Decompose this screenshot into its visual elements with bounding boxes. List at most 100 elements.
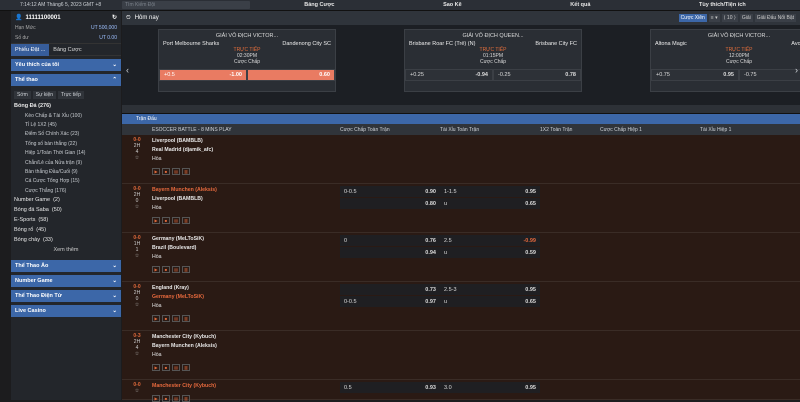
star-icon[interactable]: ☆ xyxy=(122,204,152,210)
odds-button[interactable]: 0.5 0.93 xyxy=(340,382,440,393)
live-match-card[interactable]: GIẢI VÔ ĐỊCH VICTOR... Altona Magic Avonda… xyxy=(650,29,800,92)
stats-icon[interactable]: ▤ xyxy=(172,395,180,402)
stats-icon[interactable]: ▤ xyxy=(172,266,180,273)
video-icon[interactable]: ■ xyxy=(162,364,170,371)
video-icon[interactable]: ■ xyxy=(162,266,170,273)
odds-button[interactable]: 0.94 xyxy=(340,247,440,258)
tab-betslip[interactable]: Phiếu Đặt ... xyxy=(11,43,50,56)
ou-cell: 2.5 -0.99 u 0.59 xyxy=(440,233,540,281)
refresh-icon[interactable]: ↻ xyxy=(112,14,117,21)
stats-icon[interactable]: ▤ xyxy=(172,315,180,322)
featured-league-toggle[interactable]: Giải Đấu Nổi Bật xyxy=(754,14,796,22)
nav-results[interactable]: Kết quả xyxy=(570,2,590,8)
odds-button[interactable]: 3.0 0.95 xyxy=(440,382,540,393)
esports-section[interactable]: Thể Thao Điện Tử ⌄ xyxy=(11,290,121,303)
favorites-section[interactable]: Yêu thích của tôi ⌄ xyxy=(11,59,121,71)
chart-icon[interactable]: ▥ xyxy=(182,395,190,402)
video-icon[interactable]: ■ xyxy=(162,315,170,322)
sport-list-item[interactable]: Bóng Đá (276) xyxy=(11,101,121,111)
odds-home[interactable]: +0.25 -0.94 xyxy=(405,69,493,81)
sport-list-item[interactable]: Kèo Chấp & Tài Xỉu (100) xyxy=(11,111,121,120)
parlay-button[interactable]: Cược Xiên xyxy=(678,14,707,22)
odds-button[interactable]: 1-1.5 0.95 xyxy=(440,186,540,197)
subtab-early[interactable]: Sớm xyxy=(14,91,31,99)
subtab-live[interactable]: Trực tiếp xyxy=(58,91,84,99)
chevron-down-icon: ⌄ xyxy=(112,62,117,68)
star-icon[interactable]: ☆ xyxy=(122,388,152,394)
play-icon[interactable]: ▶ xyxy=(152,315,160,322)
show-more[interactable]: Xem thêm xyxy=(11,245,121,257)
subtab-events[interactable]: Sự kiện xyxy=(32,91,57,99)
ou-cell xyxy=(440,331,540,379)
odds-away[interactable]: 0.60 xyxy=(247,69,335,81)
sport-list-item[interactable]: E-Sports (58) xyxy=(11,215,121,225)
chart-icon[interactable]: ▥ xyxy=(182,315,190,322)
odds-button[interactable]: 0.80 xyxy=(340,198,440,209)
video-icon[interactable]: ■ xyxy=(162,395,170,402)
play-icon[interactable]: ▶ xyxy=(152,395,160,402)
league-button[interactable]: Giải xyxy=(739,14,753,22)
play-icon[interactable]: ▶ xyxy=(152,364,160,371)
sport-list-item[interactable]: Cá Cược Tổng Hợp (15) xyxy=(11,177,121,186)
odds-button[interactable]: u 0.59 xyxy=(440,247,540,258)
nav-preferences[interactable]: Tùy thích/Tiện ích xyxy=(699,2,746,8)
odds-button[interactable]: u 0.65 xyxy=(440,198,540,209)
star-icon[interactable]: ☆ xyxy=(122,302,152,308)
stats-icon[interactable]: ▤ xyxy=(172,168,180,175)
sport-list-item[interactable]: Bóng rổ (45) xyxy=(11,225,121,235)
chevron-left-icon[interactable]: ‹ xyxy=(126,65,129,75)
odds-button[interactable]: 2.5-3 0.95 xyxy=(440,284,540,295)
video-icon[interactable]: ■ xyxy=(162,217,170,224)
sport-list-item[interactable]: Điểm Số Chính Xác (23) xyxy=(11,130,121,139)
star-icon[interactable]: ☆ xyxy=(122,253,152,259)
live-match-card[interactable]: GIẢI VÔ ĐỊCH VICTOR... Port Melbourne Sha… xyxy=(158,29,336,92)
stats-icon[interactable]: ▤ xyxy=(172,217,180,224)
odds-home[interactable]: +0.5 -1.00 xyxy=(159,69,247,81)
top-bar: 7:14:12 AM Tháng6 5, 2023 GMT +8 Tìm Kiế… xyxy=(0,0,800,11)
search-input[interactable]: Tìm Kiếm Đội xyxy=(122,1,250,9)
sport-list-item[interactable]: Tỉ Lệ 1X2 (45) xyxy=(11,120,121,129)
odds-home[interactable]: +0.75 0.95 xyxy=(651,69,739,81)
nav-statement[interactable]: Sao Kê xyxy=(443,2,462,8)
sport-list-item[interactable]: Tổng số bàn thắng (22) xyxy=(11,139,121,148)
star-icon[interactable]: ☆ xyxy=(122,351,152,357)
match-section-header[interactable]: Trận Đấu xyxy=(122,114,800,124)
play-icon[interactable]: ▶ xyxy=(152,168,160,175)
odds-button[interactable]: u 0.65 xyxy=(440,296,540,307)
tab-odds[interactable]: Bảng Cược xyxy=(49,47,85,53)
nav-betslip[interactable]: Bảng Cược xyxy=(304,2,334,8)
odds-away[interactable]: -0.25 0.78 xyxy=(493,69,581,81)
chart-icon[interactable]: ▥ xyxy=(182,364,190,371)
stats-icon[interactable]: ▤ xyxy=(172,364,180,371)
sport-list-item[interactable]: Number Game (2) xyxy=(11,195,121,205)
sport-list-item[interactable]: Bóng đá Saba (50) xyxy=(11,205,121,215)
video-icon[interactable]: ■ xyxy=(162,168,170,175)
chart-icon[interactable]: ▥ xyxy=(182,217,190,224)
play-icon[interactable]: ▶ xyxy=(152,266,160,273)
odds-button[interactable]: 0 0.76 xyxy=(340,235,440,246)
odds-away[interactable]: -0.75 xyxy=(739,69,800,81)
odds-button[interactable]: 2.5 -0.99 xyxy=(440,235,540,246)
sport-list-item[interactable]: Hiệp 1/Toàn Thời Gian (14) xyxy=(11,149,121,158)
odds-button[interactable]: 0-0.5 0.97 xyxy=(340,296,440,307)
chart-icon[interactable]: ▥ xyxy=(182,168,190,175)
chevron-down-icon: ⌄ xyxy=(112,263,117,270)
sport-list-item[interactable]: Chẵn/Lẻ của Nửa trận (9) xyxy=(11,158,121,167)
sport-list-item[interactable]: Cược Thắng (176) xyxy=(11,186,121,195)
live-casino-section[interactable]: Live Casino ⌄ xyxy=(11,305,121,318)
virtual-sports-section[interactable]: Thể Thao Ảo ⌄ xyxy=(11,260,121,273)
star-icon[interactable]: ☆ xyxy=(122,155,152,161)
number-game-section[interactable]: Number Game ⌄ xyxy=(11,275,121,288)
chart-icon[interactable]: ▥ xyxy=(182,266,190,273)
sports-section[interactable]: Thể thao ⌃ xyxy=(11,74,121,86)
card-away: Brisbane City FC xyxy=(535,41,577,47)
view-select[interactable]: ≡ ▾ xyxy=(708,14,720,22)
odds-button[interactable]: 0.73 xyxy=(340,284,440,295)
chevron-right-icon[interactable]: › xyxy=(795,65,798,75)
sport-list-item[interactable]: Bóng chày (33) xyxy=(11,235,121,245)
sport-list-item[interactable]: Bàn thắng Đầu/Cuối (9) xyxy=(11,167,121,176)
live-match-card[interactable]: GIẢI VÔ ĐỊCH QUEEN... Brisbane Roar FC (T… xyxy=(404,29,582,92)
play-icon[interactable]: ▶ xyxy=(152,217,160,224)
odds-button[interactable]: 0-0.5 0.90 xyxy=(340,186,440,197)
page-stepper[interactable]: ⟨ 10 ⟩ xyxy=(721,14,738,22)
